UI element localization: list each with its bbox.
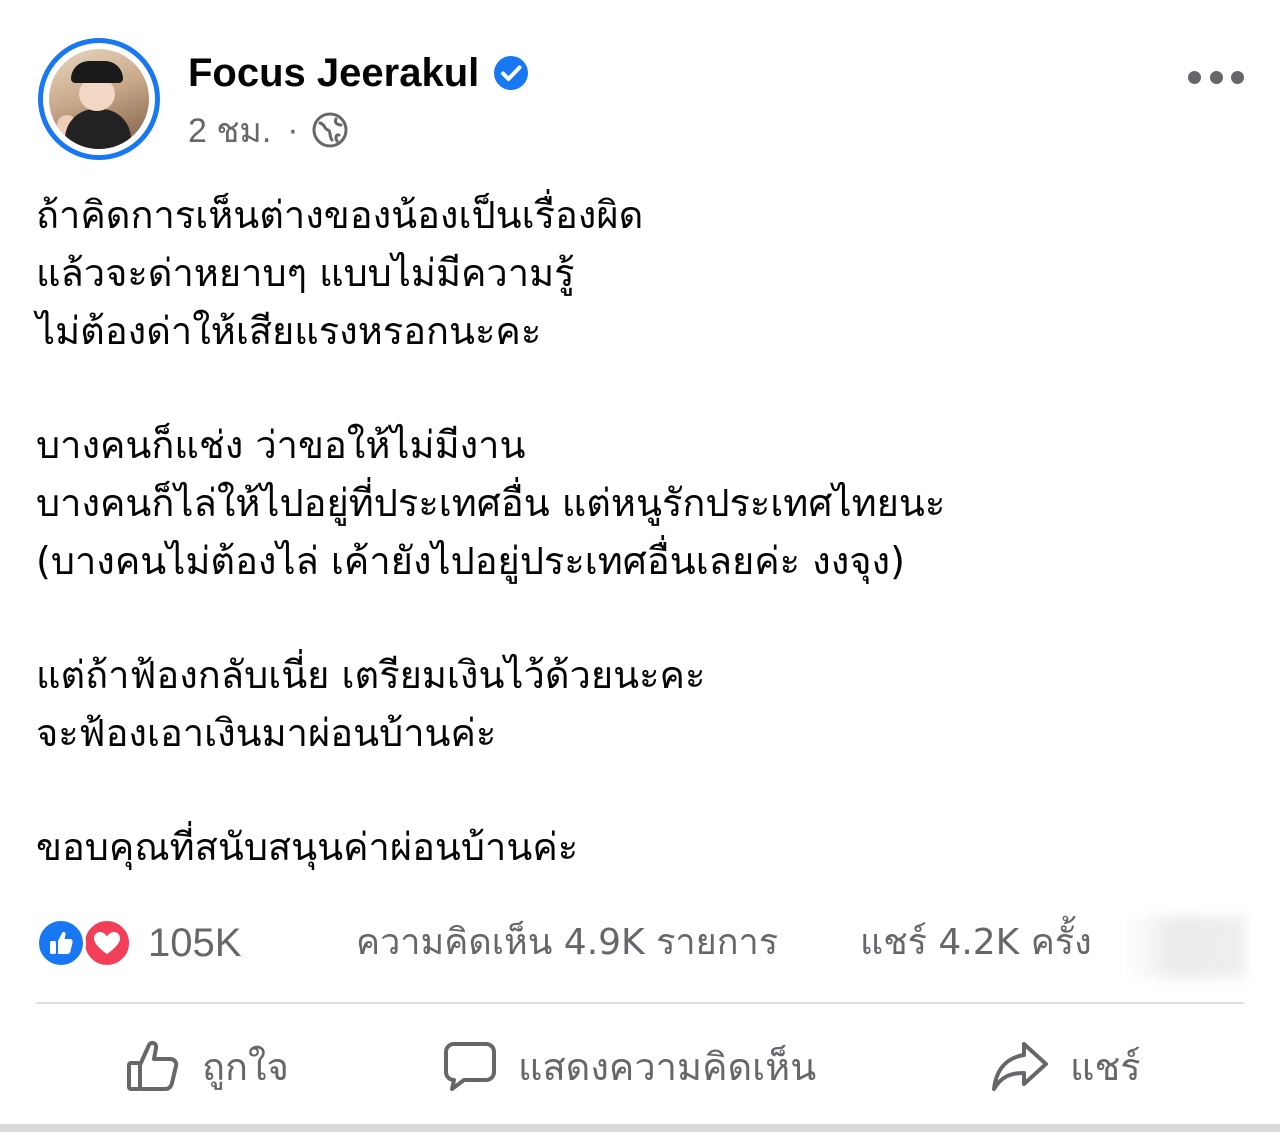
divider <box>36 1002 1244 1004</box>
reaction-count[interactable]: 105K <box>148 918 241 968</box>
share-count[interactable]: แชร์ 4.2K ครั้ง <box>860 918 1092 968</box>
share-button[interactable]: แชร์ <box>990 1034 1141 1098</box>
post-line: บางคนก็แช่ง ว่าขอให้ไม่มีงาน <box>36 423 526 467</box>
bottom-border <box>0 1124 1280 1132</box>
post-line: แต่ถ้าฟ้องกลับเนี่ย เตรียมเงินไว้ด้วยนะค… <box>36 653 706 697</box>
post-timestamp[interactable]: 2 ชม. <box>188 103 271 157</box>
engagement-stats: 105K ความคิดเห็น 4.9K รายการ แชร์ 4.2K ค… <box>36 912 1246 978</box>
more-options-icon[interactable] <box>1188 64 1244 90</box>
share-arrow-icon <box>992 1042 1048 1091</box>
avatar[interactable] <box>38 38 160 160</box>
comment-count[interactable]: ความคิดเห็น 4.9K รายการ <box>356 918 778 968</box>
post-line: บางคนก็ไล่ให้ไปอยู่ที่ประเทศอื่น แต่หนูร… <box>36 481 946 525</box>
globe-icon <box>312 112 348 148</box>
like-button-label: ถูกใจ <box>202 1044 289 1089</box>
verified-badge-icon <box>494 56 529 90</box>
love-reaction-icon <box>82 918 132 968</box>
like-button[interactable]: ถูกใจ <box>124 1034 289 1098</box>
comment-button[interactable]: แสดงความคิดเห็น <box>442 1034 816 1098</box>
post-line: จะฟ้องเอาเงินมาผ่อนบ้านค่ะ <box>36 711 497 755</box>
meta-separator: · <box>287 110 299 149</box>
post-line: ไม่ต้องด่าให้เสียแรงหรอกนะคะ <box>36 309 542 353</box>
post-body: ถ้าคิดการเห็นต่างของน้องเป็นเรื่องผิด แล… <box>36 186 1246 876</box>
facebook-post: Focus Jeerakul 2 ชม. · ถ้าคิดการเห็นต่าง… <box>0 0 1280 1132</box>
author-name[interactable]: Focus Jeerakul <box>188 51 479 96</box>
blurred-area <box>1126 916 1246 978</box>
thumbs-up-icon <box>127 1040 179 1091</box>
share-button-label: แชร์ <box>1070 1044 1141 1089</box>
post-line: แล้วจะด่าหยาบๆ แบบไม่มีความรู้ <box>36 251 575 295</box>
comment-button-label: แสดงความคิดเห็น <box>518 1044 817 1089</box>
comment-bubble-icon <box>444 1042 496 1091</box>
like-reaction-icon <box>36 918 86 968</box>
post-line: ถ้าคิดการเห็นต่างของน้องเป็นเรื่องผิด <box>36 193 644 237</box>
reaction-icons[interactable] <box>36 918 140 968</box>
post-meta: 2 ชม. · <box>188 108 349 152</box>
author-row: Focus Jeerakul <box>188 46 529 100</box>
post-line: ขอบคุณที่สนับสนุนค่าผ่อนบ้านค่ะ <box>36 825 579 869</box>
post-line: (บางคนไม่ต้องไล่ เค้ายังไปอยู่ประเทศอื่น… <box>36 539 905 583</box>
avatar-photo <box>49 49 149 149</box>
